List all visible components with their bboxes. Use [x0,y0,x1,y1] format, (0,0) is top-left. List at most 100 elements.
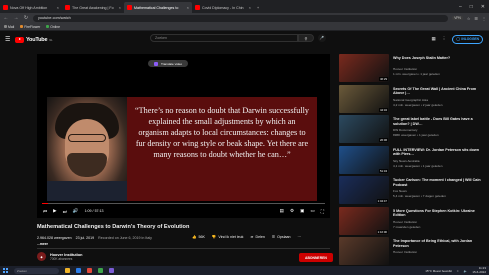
recommendation-channel[interactable]: Hoover Institution [393,250,417,254]
next-icon[interactable]: ⏭ [63,209,67,214]
tab-favicon-icon [195,5,200,10]
recommendation-thumbnail[interactable]: 44:32 [339,84,389,113]
bookmark-item[interactable]: Online [46,25,60,29]
volume-icon[interactable]: 🔊 [73,208,79,214]
wifi-icon[interactable]: ≈ [457,269,459,273]
recommendation-channel[interactable]: National Geographic Asia [393,98,428,102]
recommendation-item[interactable]: 46:29 Why Does Joseph Stalin Matter? Hoove… [339,54,486,83]
settings-dots-icon[interactable]: ⋮ [442,36,447,42]
file-explorer-icon[interactable] [65,268,70,273]
recommendation-channel[interactable]: Hoover Institution [393,67,417,71]
recommendation-title[interactable]: Secrets Of The Great Wall | Ancient Chin… [393,87,485,96]
tab-close-icon[interactable]: × [187,5,189,10]
tab-label: Nova Off High Ambition [10,5,48,10]
app-icon[interactable] [109,268,114,273]
recommendation-title[interactable]: FULL INTERVIEW: Dr. Jordan Peterson sits… [393,148,485,157]
recommendation-item[interactable]: 44:32 Secrets Of The Great Wall | Ancient… [339,84,486,114]
browser-tab[interactable]: Mathematical Challenges to × [124,2,192,13]
sign-in-button[interactable]: ◯ INLOGGEN [452,35,483,44]
search-button[interactable]: ⚲ [298,34,314,42]
recommendation-thumbnail[interactable]: 26:06 [339,115,389,143]
recommendation-item[interactable]: 1:16:00 5 More Questions For Stephen Kotk… [339,206,486,236]
like-count: 56K [198,235,205,239]
browser-tab[interactable]: The Great Awakening | Fo × [62,2,124,13]
reload-icon[interactable]: ↻ [23,15,29,21]
browser-icon[interactable] [87,268,92,273]
tab-close-icon[interactable]: × [57,5,59,10]
more-actions-button[interactable]: ⋯ [298,235,302,239]
recommendation-thumbnail[interactable]: 51:34 [339,145,389,174]
captions-icon[interactable]: ▤ [280,208,284,214]
back-icon[interactable]: ← [3,15,9,21]
extensions-icon[interactable]: ☰ [474,16,478,21]
forward-icon[interactable]: → [13,15,19,21]
recommendation-title[interactable]: The Importance of Being Ethical, with Jo… [393,239,485,248]
youtube-logo[interactable]: YouTube NL [15,36,53,43]
player-controls: ⏮ ▶ ⏭ 🔊 1:09 / 57:13 ▤ ⚙ ▣ ▭ ⛶ [37,206,330,216]
recommendation-stats: 896K weergaven • 1 jaar geleden [393,133,439,137]
bookmark-star-icon[interactable]: ☆ [467,16,471,21]
tab-label: Mathematical Challenges to [134,5,179,10]
windows-start-icon[interactable] [3,268,8,273]
bookmark-item[interactable]: Mail [4,25,14,29]
settings-gear-icon[interactable]: ⚙ [290,208,294,214]
vpn-badge[interactable]: VPN [452,16,463,20]
recommendation-channel[interactable]: Fox News [393,189,407,193]
recommendation-thumbnail[interactable] [339,237,389,265]
tab-close-icon[interactable]: × [119,5,121,10]
channel-avatar[interactable]: ◆ [37,252,46,261]
recommendation-item[interactable]: 1:04:47 Tucker Carlson: The moment I chan… [339,176,486,205]
weather-text[interactable]: 15°C Meest bewolkt [425,269,452,273]
bookmark-icon [20,25,24,28]
fullscreen-icon[interactable]: ⛶ [321,209,324,214]
clock[interactable]: 11:23 15-6-2022 [472,266,486,274]
recommendation-thumbnail[interactable]: 46:29 [339,54,389,82]
recommendation-channel[interactable]: Hoover Institution [393,220,417,224]
taskbar-search-input[interactable]: Zoeken [14,267,59,274]
recommendation-channel[interactable]: DW Documentary [393,128,417,132]
recommendation-title[interactable]: Why Does Joseph Stalin Matter? [393,56,485,61]
mail-icon[interactable] [76,268,81,273]
show-more-link[interactable]: ...meer [37,242,48,246]
minimize-icon[interactable]: – [459,4,462,10]
hamburger-menu-icon[interactable]: ☰ [5,36,15,43]
close-icon[interactable]: ✕ [481,4,485,10]
share-button[interactable]: ➦ Delen [250,235,264,239]
duration-badge: 1:16:00 [376,229,388,234]
previous-icon[interactable]: ⏮ [43,209,47,214]
save-button[interactable]: ☰ Opslaan [272,235,291,239]
recommendation-title[interactable]: Tucker Carlson: The moment I changed | W… [393,178,485,187]
like-button[interactable]: 👍 56K [192,235,205,239]
channel-name[interactable]: Hoover Institution [50,253,82,257]
browser-tab[interactable]: Covid Diplomacy - In Chin × [192,2,254,13]
play-icon[interactable]: ▶ [53,208,57,214]
search-input[interactable]: Zoeken [150,34,298,42]
maximize-icon[interactable]: □ [470,4,473,10]
spotify-icon[interactable] [98,268,103,273]
recommendation-thumbnail[interactable]: 1:16:00 [339,206,389,235]
browser-tab[interactable]: Nova Off High Ambition × [0,2,62,13]
subscribe-button[interactable]: ABONNEREN [299,253,333,262]
video-player[interactable]: Translate video “There’s no reason to do… [37,54,330,218]
speaker-icon[interactable]: 🔈 [464,269,468,273]
translate-video-button[interactable]: Translate video [148,60,189,67]
theater-mode-icon[interactable]: ▭ [310,208,314,214]
tab-close-icon[interactable]: × [249,5,251,10]
bookmark-item[interactable]: FireFlower [20,25,40,29]
apps-grid-icon[interactable]: ▦ [431,36,435,42]
recommendation-item[interactable]: The Importance of Being Ethical, with Jo… [339,237,486,266]
progress-bar[interactable] [42,203,325,205]
recommendation-title[interactable]: The great label battle - Does Bill Gates… [393,117,485,126]
recommendation-channel[interactable]: Sky News Australia [393,159,419,163]
video-actions: 👍 56K 👎 Vind ik niet leuk ➦ Delen ☰ Opsl… [192,235,301,239]
voice-search-button[interactable]: 🎤 [318,34,326,42]
recommendation-thumbnail[interactable]: 1:04:47 [339,176,389,204]
recommendation-item[interactable]: 51:34 FULL INTERVIEW: Dr. Jordan Peterson… [339,145,486,175]
miniplayer-icon[interactable]: ▣ [300,208,304,214]
url-input[interactable]: youtube.com/watch [33,14,449,22]
new-tab-icon[interactable]: + [254,2,262,13]
recommendation-item[interactable]: 26:06 The great label battle - Does Bill … [339,115,486,144]
recommendation-title[interactable]: 5 More Questions For Stephen Kotkin: Ukr… [393,209,485,218]
dislike-button[interactable]: 👎 Vind ik niet leuk [212,235,244,239]
menu-icon[interactable]: ⋮ [482,16,486,21]
